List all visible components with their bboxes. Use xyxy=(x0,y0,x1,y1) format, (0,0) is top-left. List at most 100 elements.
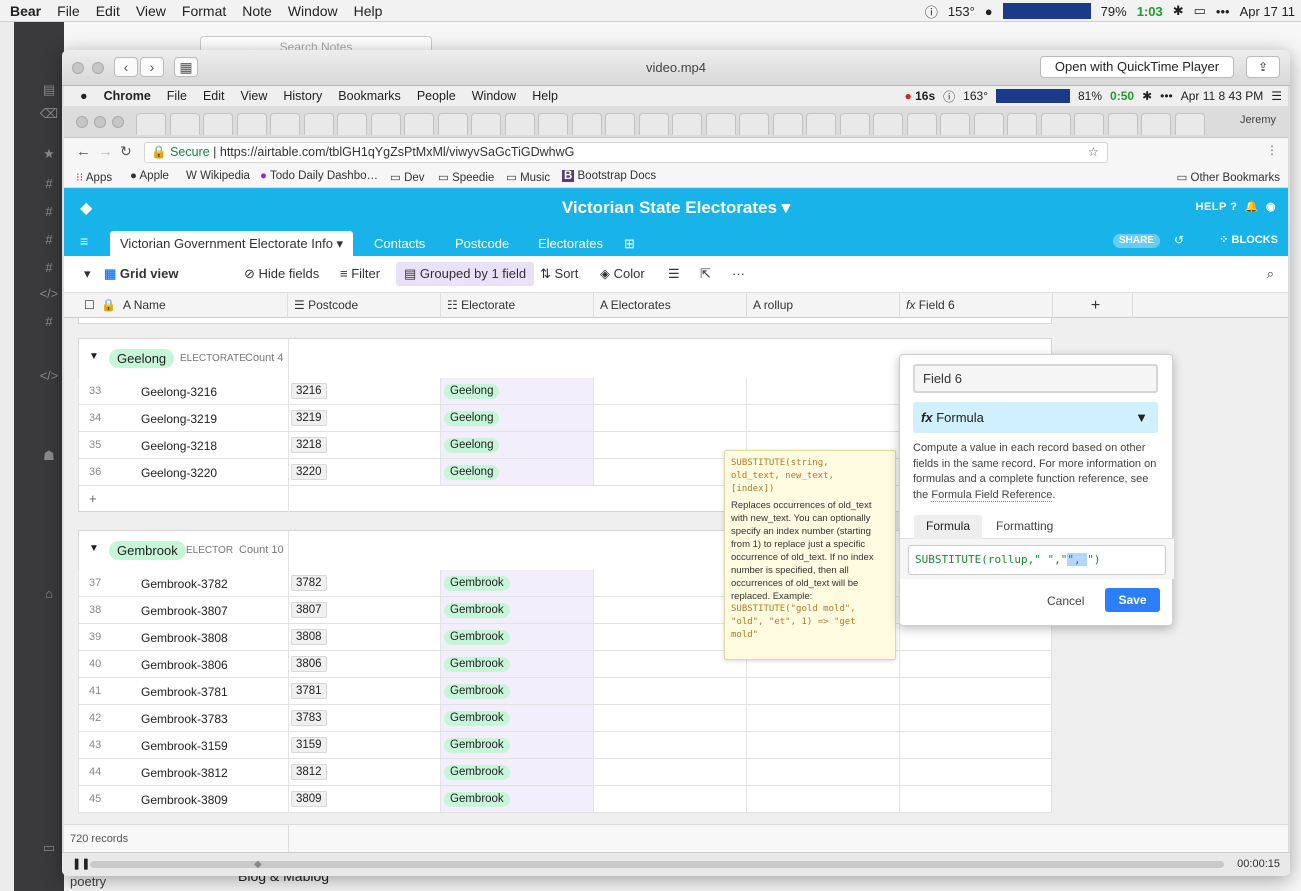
menu-app-bear[interactable]: Bear xyxy=(10,3,41,19)
bluetooth-icon[interactable]: ✱ xyxy=(1173,3,1184,19)
divider xyxy=(288,597,289,623)
tag-icon[interactable]: # xyxy=(36,204,62,219)
divider xyxy=(288,678,289,704)
divider xyxy=(440,378,441,404)
folder-icon: ▭ xyxy=(1176,172,1188,184)
apple-icon: ● xyxy=(80,89,88,103)
divider xyxy=(593,570,594,596)
menu-note[interactable]: Note xyxy=(242,3,272,19)
row-number: 39 xyxy=(89,631,102,643)
cell-electorate: Geelong xyxy=(440,459,593,485)
browser-tab xyxy=(437,113,468,135)
cell-postcode: 3782 xyxy=(291,575,327,591)
divider xyxy=(593,759,594,785)
tag-icon[interactable]: # xyxy=(36,260,62,275)
header-right: HELP ? 🔔 ◉ xyxy=(1196,200,1277,213)
home-icon[interactable]: ⌂ xyxy=(36,586,62,601)
star-icon[interactable]: ★ xyxy=(36,146,62,162)
tag-icon[interactable]: # xyxy=(36,314,62,329)
monitor-icon[interactable]: ▭ xyxy=(36,840,62,856)
open-with-quicktime-button[interactable]: Open with QuickTime Player xyxy=(1040,56,1234,78)
pause-icon[interactable]: ❚❚ xyxy=(72,857,90,870)
share-button: SHARE xyxy=(1112,234,1160,248)
menu-view[interactable]: View xyxy=(136,3,166,19)
more-icon: ··· xyxy=(732,266,745,281)
code-icon[interactable]: </> xyxy=(36,368,62,383)
divider xyxy=(593,378,594,404)
tag-icon[interactable]: # xyxy=(36,176,62,191)
formula-input: SUBSTITUTE(rollup," ","", ") xyxy=(908,545,1166,575)
divider xyxy=(899,678,900,704)
airplay-icon[interactable]: ▭ xyxy=(1194,3,1206,19)
playback-controls: ❚❚ ◆ 00:00:15 xyxy=(62,852,1290,876)
clock[interactable]: Apr 17 11 xyxy=(1240,4,1295,19)
cell-postcode: 3812 xyxy=(291,764,327,780)
blocks-icon: ⁘ xyxy=(1219,234,1229,246)
divider xyxy=(593,432,594,458)
bootstrap-icon: B xyxy=(562,170,575,182)
code-icon[interactable]: </> xyxy=(36,286,62,301)
more-icon[interactable]: ••• xyxy=(1216,4,1230,19)
divider xyxy=(288,705,289,731)
field-name-input: Field 6 xyxy=(913,364,1158,393)
cell-postcode: 3807 xyxy=(291,602,327,618)
notes-icon[interactable]: ▤ xyxy=(36,82,62,98)
menu-edit[interactable]: Edit xyxy=(96,3,120,19)
wikipedia-icon: W xyxy=(186,170,197,182)
info-icon: ⓘ xyxy=(943,89,956,104)
color-button: ◈ Color xyxy=(600,266,645,281)
column-electorate: ☷ Electorate xyxy=(441,293,594,318)
bookmark-dev: ▭ Dev xyxy=(390,172,425,184)
browser-tab xyxy=(303,113,334,135)
field-config-popup: Field 6 fx Formula ▼ Compute a value in e… xyxy=(899,354,1174,626)
bookmarks-bar: ⁝⁝ Apps ● Apple W Wikipedia ● Todo Daily… xyxy=(64,166,1288,188)
tab-contacts: Contacts xyxy=(374,236,426,251)
collapse-icon: ▼ xyxy=(89,543,99,554)
cell-electorate: Geelong xyxy=(440,378,593,404)
cell-electorate: Gembrook xyxy=(440,732,593,758)
bell-icon: 🔔 xyxy=(1244,201,1259,213)
divider xyxy=(440,651,441,677)
bug-icon[interactable]: ☗ xyxy=(36,448,62,464)
browser-tab xyxy=(772,113,803,135)
divider xyxy=(593,405,594,431)
divider xyxy=(593,651,594,677)
tooltip-signature: SUBSTITUTE(string, old_text, new_text, [… xyxy=(731,458,834,494)
playhead-icon[interactable]: ◆ xyxy=(254,859,262,870)
electorate-chip: Gembrook xyxy=(444,630,510,645)
electorate-chip: Geelong xyxy=(444,411,500,426)
battery-time: 1:03 xyxy=(1136,3,1163,19)
column-postcode: ☰ Postcode xyxy=(288,293,441,318)
cell-postcode: 3809 xyxy=(291,791,327,807)
menu-help[interactable]: Help xyxy=(354,3,383,19)
browser-tab xyxy=(1007,113,1037,135)
browser-tab xyxy=(404,113,434,135)
divider xyxy=(746,378,747,404)
clock: Apr 11 8 43 PM xyxy=(1180,89,1264,103)
share-icon[interactable]: ⇪ xyxy=(1246,56,1280,78)
lock-icon: 🔒 xyxy=(151,145,167,159)
bear-tag-poetry[interactable]: poetry xyxy=(70,874,106,889)
trash-icon[interactable]: ⌫ xyxy=(36,106,62,122)
menu-window[interactable]: Window xyxy=(288,3,338,19)
divider xyxy=(899,705,900,731)
browser-tab xyxy=(638,113,669,135)
menu-format[interactable]: Format xyxy=(182,3,226,19)
menu-file[interactable]: File xyxy=(57,3,80,19)
tab-electorate-info: Victorian Government Electorate Info ▾ xyxy=(110,231,354,256)
tab-electorates: Electorates xyxy=(538,236,604,251)
table-row: 45 Gembrook-3809 3809 Gembrook xyxy=(78,786,1052,813)
table-row: 39 Gembrook-3808 3808 Gembrook xyxy=(78,624,1052,651)
cancel-button: Cancel xyxy=(1047,594,1085,608)
close-window-button xyxy=(76,116,88,128)
cell-postcode: 3159 xyxy=(291,737,327,753)
bluetooth-icon: ✱ xyxy=(1142,89,1153,103)
filter-icon: ≡ xyxy=(340,266,348,281)
bookmark-music: ▭ Music xyxy=(506,172,551,184)
cell-electorate: Gembrook xyxy=(440,759,593,785)
info-icon[interactable]: ⓘ xyxy=(925,2,938,21)
browser-tab xyxy=(504,113,535,135)
folder-icon: ▭ xyxy=(438,172,449,184)
tag-icon[interactable]: # xyxy=(36,232,62,247)
popup-tabs: Formula Formatting xyxy=(900,515,1174,539)
